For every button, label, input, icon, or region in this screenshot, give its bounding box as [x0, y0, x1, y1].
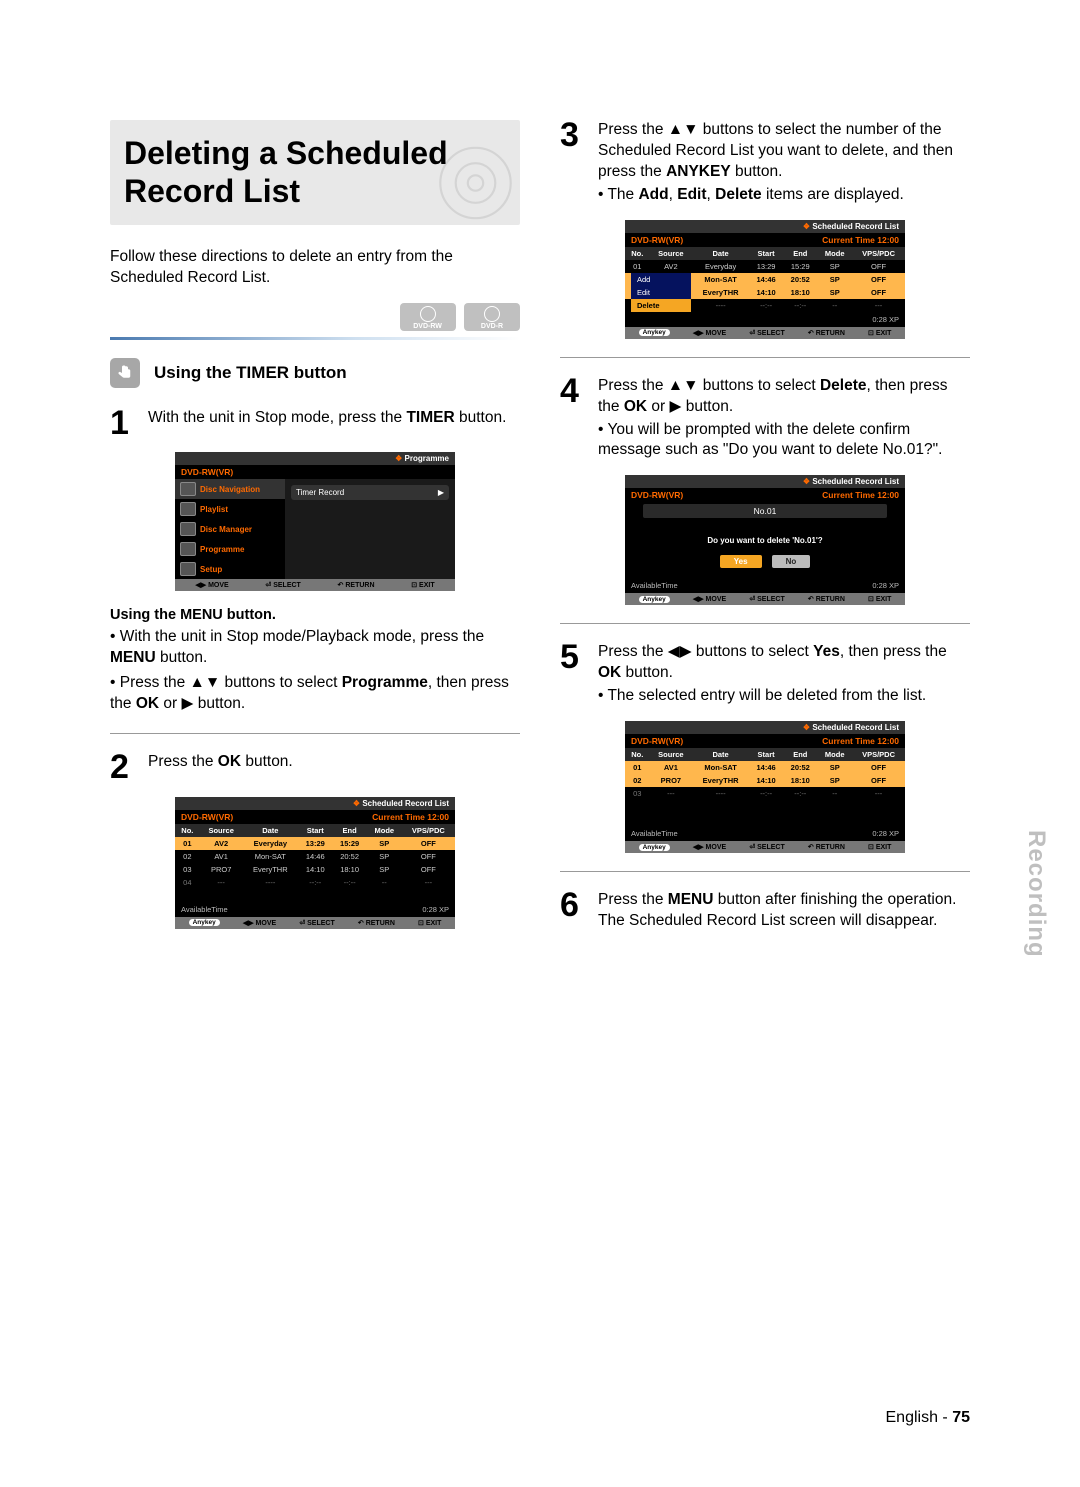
osd-srl-step2: ❖ Scheduled Record List DVD-RW(VR)Curren…: [175, 797, 455, 929]
section-side-label: Recording: [1022, 830, 1050, 958]
menu-item-setup[interactable]: Setup: [175, 559, 285, 579]
dialog-question: Do you want to delete 'No.01'?: [625, 536, 905, 545]
using-menu-block: Using the MENU button. • With the unit i…: [110, 607, 520, 715]
hand-icon: [110, 358, 140, 388]
ctx-delete[interactable]: Delete: [631, 299, 691, 312]
table-row[interactable]: 03---------:----:-------: [625, 787, 905, 800]
osd-brand: DVD-RW(VR): [181, 467, 233, 477]
footer-language: English -: [886, 1409, 948, 1426]
dvd-rw-icon: DVD-RW: [400, 303, 456, 331]
osd-delete-confirm: ❖ Scheduled Record List DVD-RW(VR)Curren…: [625, 475, 905, 605]
page-footer: English - 75: [886, 1409, 971, 1427]
section-rule: [110, 337, 520, 340]
table-row[interactable]: 01AV1Mon-SAT14:4620:52SPOFF: [625, 761, 905, 774]
osd-current-time: Current Time 12:00: [372, 812, 449, 822]
osd-programme: ❖ Programme DVD-RW(VR) Disc Navigation P…: [175, 452, 455, 591]
column-right: 3 Press the ▲▼ buttons to select the num…: [560, 120, 970, 946]
dialog-target-no: No.01: [643, 504, 887, 518]
osd-srl-title: Scheduled Record List: [362, 799, 449, 808]
menu-item-disc-navigation[interactable]: Disc Navigation: [175, 479, 285, 499]
step-6: 6 Press the MENU button after finishing …: [560, 890, 970, 932]
step-1-number: 1: [110, 408, 138, 439]
table-row[interactable]: 01AV2Everyday13:2915:29SPOFF: [175, 837, 455, 850]
disc-type-icons: DVD-RW DVD-R: [110, 303, 520, 331]
column-left: Deleting a Scheduled Record List Follow …: [110, 120, 520, 946]
page-title: Deleting a Scheduled Record List: [124, 134, 502, 211]
dvd-r-icon: DVD-R: [464, 303, 520, 331]
step-3: 3 Press the ▲▼ buttons to select the num…: [560, 120, 970, 206]
using-menu-title: Using the MENU button.: [110, 607, 520, 623]
subheading-timer: Using the TIMER button: [110, 358, 520, 388]
table-row[interactable]: 02PRO7EveryTHR14:1018:10SPOFF: [625, 774, 905, 787]
step-1-text-c: button.: [455, 409, 507, 426]
osd-programme-title: Programme: [405, 454, 449, 463]
no-button[interactable]: No: [772, 555, 811, 568]
table-row[interactable]: 04---------:----:-------: [175, 876, 455, 889]
step-5-number: 5: [560, 642, 588, 707]
srl-table-step2: No.SourceDateStartEndModeVPS/PDC 01AV2Ev…: [175, 824, 455, 902]
step-5-bullet: • The selected entry will be deleted fro…: [598, 686, 970, 707]
intro-text: Follow these directions to delete an ent…: [110, 247, 520, 289]
step-1: 1 With the unit in Stop mode, press the …: [110, 408, 520, 439]
separator-rule: [110, 733, 520, 734]
table-row[interactable]: 03PRO7EveryTHR14:1018:10SPOFF: [175, 863, 455, 876]
osd-srl-step3: ❖ Scheduled Record List DVD-RW(VR)Curren…: [625, 220, 905, 339]
menu-item-disc-manager[interactable]: Disc Manager: [175, 519, 285, 539]
footer-page-number: 75: [952, 1409, 970, 1426]
step-4-number: 4: [560, 376, 588, 462]
page-title-box: Deleting a Scheduled Record List: [110, 120, 520, 225]
subheading-timer-text: Using the TIMER button: [154, 363, 347, 383]
timer-record-item[interactable]: Timer Record▶: [291, 485, 449, 500]
step-3-number: 3: [560, 120, 588, 206]
ctx-edit[interactable]: Edit: [631, 286, 691, 299]
step-2-number: 2: [110, 752, 138, 783]
context-menu: Add Edit Delete: [631, 273, 691, 312]
menu-item-playlist[interactable]: Playlist: [175, 499, 285, 519]
osd-srl-step5: ❖ Scheduled Record List DVD-RW(VR)Curren…: [625, 721, 905, 853]
table-row[interactable]: 02AV1Mon-SAT14:4620:52SPOFF: [175, 850, 455, 863]
table-row[interactable]: 01AV2Everyday13:2915:29SPOFF: [625, 260, 905, 273]
anykey-label: Anykey: [189, 919, 220, 926]
menu-item-programme[interactable]: Programme: [175, 539, 285, 559]
step-4: 4 Press the ▲▼ buttons to select Delete,…: [560, 376, 970, 462]
osd-footer-controls: ◀▶ MOVE ⏎ SELECT ↶ RETURN ⊡ EXIT: [175, 579, 455, 591]
step-2: 2 Press the OK button.: [110, 752, 520, 783]
osd-footer-controls: Anykey ◀▶ MOVE ⏎ SELECT ↶ RETURN ⊡ EXIT: [175, 917, 455, 929]
step-4-bullet: • You will be prompted with the delete c…: [598, 420, 970, 462]
step-5: 5 Press the ◀▶ buttons to select Yes, th…: [560, 642, 970, 707]
yes-button[interactable]: Yes: [720, 555, 762, 568]
ctx-add[interactable]: Add: [631, 273, 691, 286]
step-1-text-a: With the unit in Stop mode, press the: [148, 409, 406, 426]
step-1-timer-word: TIMER: [406, 409, 454, 426]
step-6-number: 6: [560, 890, 588, 932]
